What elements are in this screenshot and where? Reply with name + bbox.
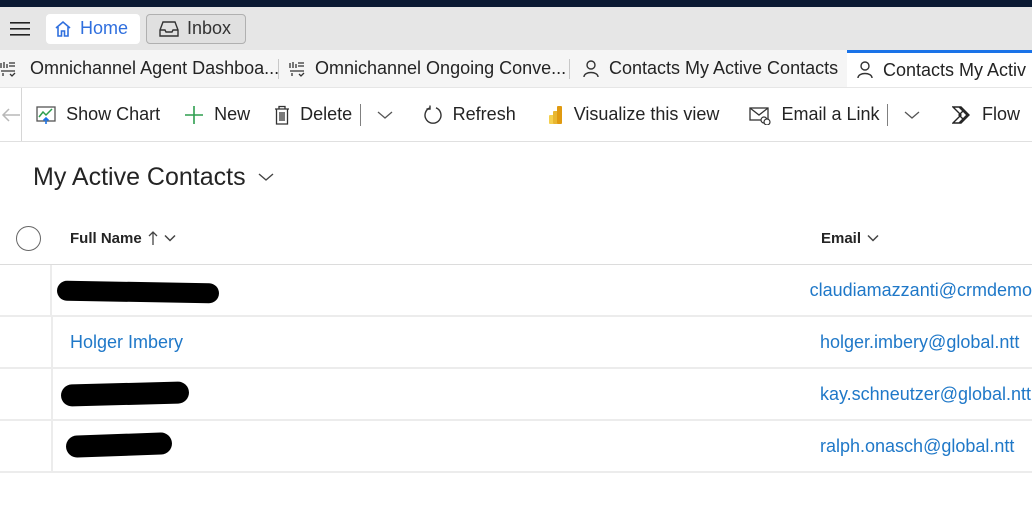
email-link-label: Email a Link <box>781 104 880 124</box>
plus-icon <box>184 105 204 125</box>
email-link[interactable]: holger.imbery@global.ntt <box>805 332 1019 353</box>
inbox-label: Inbox <box>187 18 232 38</box>
more-commands-dropdown[interactable] <box>367 110 403 120</box>
email-link[interactable]: ralph.onasch@global.ntt <box>805 436 1014 457</box>
flow-label: Flow <box>981 104 1020 124</box>
contacts-grid: Full Name Email claudiamazzanti@crmdemo … <box>0 212 1032 473</box>
table-row[interactable]: ralph.onasch@global.ntt <box>0 421 1032 473</box>
table-row[interactable]: kay.schneutzer@global.ntt <box>0 369 1032 421</box>
person-icon <box>857 61 873 79</box>
redaction-mark <box>65 432 173 458</box>
visualize-label: Visualize this view <box>573 104 720 124</box>
tab-ongoing-conversations[interactable]: Omnichannel Ongoing Conve... <box>279 50 570 87</box>
flow-icon <box>951 105 972 124</box>
full-name-link[interactable] <box>52 265 794 315</box>
menu-button[interactable] <box>0 7 40 50</box>
tab-contacts-my-active-current[interactable]: Contacts My Activ <box>846 50 1032 87</box>
full-name-link[interactable]: Holger Imbery <box>53 317 805 367</box>
email-link-icon <box>749 105 772 125</box>
full-name-link[interactable] <box>53 421 805 471</box>
refresh-button[interactable]: Refresh <box>403 88 528 141</box>
visualize-view-button[interactable]: Visualize this view <box>528 88 732 141</box>
redaction-mark <box>57 280 220 304</box>
tab-contacts-my-active[interactable]: Contacts My Active Contacts <box>570 50 847 87</box>
chevron-down-icon <box>867 234 879 242</box>
sort-ascending-icon <box>148 230 158 246</box>
column-label: Full Name <box>70 229 142 247</box>
refresh-label: Refresh <box>452 104 516 124</box>
new-button[interactable]: New <box>172 88 262 141</box>
select-all-checkbox[interactable] <box>0 225 56 251</box>
tab-label: Contacts My Active Contacts <box>609 58 839 78</box>
show-chart-button[interactable]: Show Chart <box>22 88 172 141</box>
title-strip <box>0 0 1032 7</box>
delete-button[interactable]: Delete <box>262 88 358 141</box>
email-link[interactable]: claudiamazzanti@crmdemo <box>795 280 1032 301</box>
person-icon <box>583 59 599 78</box>
email-link-button[interactable]: Email a Link <box>731 88 885 141</box>
inbox-icon <box>159 20 179 37</box>
home-label: Home <box>80 18 129 38</box>
row-select[interactable] <box>0 421 53 471</box>
full-name-link[interactable] <box>53 369 805 419</box>
circle-checkbox-icon <box>15 225 41 251</box>
table-row[interactable]: claudiamazzanti@crmdemo <box>0 265 1032 317</box>
hamburger-icon <box>10 21 30 36</box>
trash-icon <box>274 105 290 125</box>
column-header-email[interactable]: Email <box>821 230 879 247</box>
show-chart-label: Show Chart <box>66 104 161 124</box>
grid-header: Full Name Email <box>0 212 1032 265</box>
flow-button[interactable]: Flow <box>930 88 1032 141</box>
chevron-down-icon <box>164 234 176 242</box>
dashboard-icon <box>289 61 305 77</box>
chart-icon <box>36 105 56 125</box>
back-button[interactable] <box>0 88 23 141</box>
chevron-down-icon <box>904 111 920 119</box>
view-selector-dropdown[interactable] <box>258 172 274 182</box>
dashboard-icon <box>0 61 16 77</box>
row-select[interactable] <box>0 317 53 367</box>
arrow-left-icon <box>1 107 20 122</box>
email-link[interactable]: kay.schneutzer@global.ntt <box>805 384 1031 405</box>
tab-label: Omnichannel Ongoing Conve... <box>315 58 567 78</box>
row-select[interactable] <box>0 265 53 315</box>
tab-label: Contacts My Activ <box>882 59 1026 80</box>
refresh-icon <box>423 105 443 125</box>
inbox-button[interactable]: Inbox <box>146 13 247 44</box>
home-icon <box>55 20 71 37</box>
view-title[interactable]: My Active Contacts <box>33 163 246 192</box>
view-header: My Active Contacts <box>0 142 1032 212</box>
chevron-down-icon <box>258 173 274 181</box>
tab-label: Omnichannel Agent Dashboa... <box>30 58 280 78</box>
column-header-full-name[interactable]: Full Name <box>70 230 821 247</box>
redaction-mark <box>60 381 190 407</box>
session-tabs: Omnichannel Agent Dashboa... Omnichannel… <box>0 50 1032 88</box>
tab-agent-dashboard[interactable]: Omnichannel Agent Dashboa... <box>0 50 279 87</box>
home-button[interactable]: Home <box>46 13 141 44</box>
power-bi-icon <box>548 105 564 125</box>
email-link-dropdown[interactable] <box>894 110 930 120</box>
new-label: New <box>214 104 251 124</box>
command-bar: Show Chart New Delete Refresh Visualize … <box>0 88 1032 142</box>
row-select[interactable] <box>0 369 53 419</box>
chevron-down-icon <box>377 111 393 119</box>
table-row[interactable]: Holger Imbery holger.imbery@global.ntt <box>0 317 1032 369</box>
delete-label: Delete <box>300 104 353 124</box>
nav-bar: Home Inbox <box>0 7 1032 50</box>
column-label: Email <box>821 229 862 247</box>
